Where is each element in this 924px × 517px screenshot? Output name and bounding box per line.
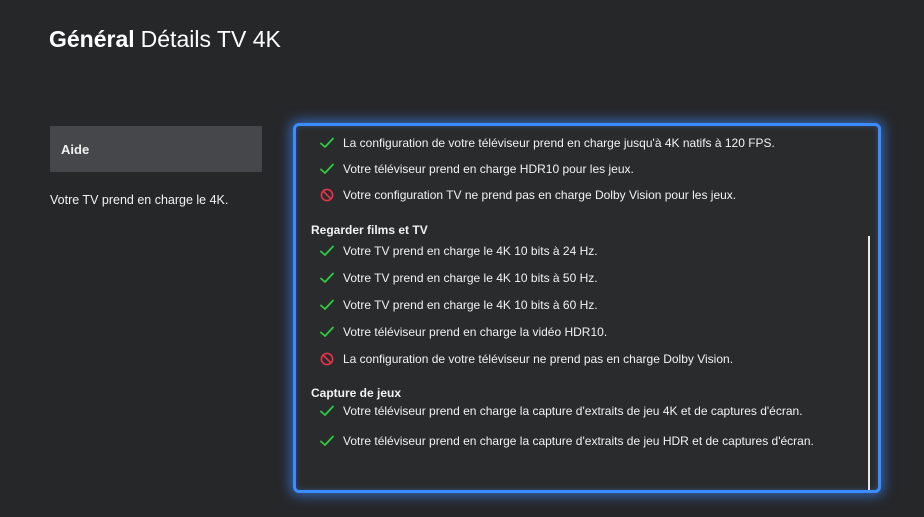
detail-text: Votre téléviseur prend en charge la vidé… bbox=[343, 325, 608, 339]
detail-text: Votre téléviseur prend en charge la capt… bbox=[343, 404, 803, 418]
check-icon bbox=[319, 325, 335, 339]
detail-row: Votre téléviseur prend en charge la vidé… bbox=[308, 325, 854, 339]
header-subtitle: Détails TV 4K bbox=[140, 26, 281, 52]
no-entry-icon bbox=[319, 188, 335, 202]
header-section: Général bbox=[49, 26, 135, 52]
check-icon bbox=[319, 434, 335, 448]
panel-scrollbar[interactable] bbox=[868, 236, 870, 490]
tv-support-description: Votre TV prend en charge le 4K. bbox=[50, 193, 229, 207]
section-title-movies-tv: Regarder films et TV bbox=[311, 223, 428, 237]
detail-text: Votre TV prend en charge le 4K 10 bits à… bbox=[343, 244, 598, 258]
check-icon bbox=[319, 404, 335, 418]
detail-row: Votre téléviseur prend en charge la capt… bbox=[308, 404, 854, 418]
check-icon bbox=[319, 298, 335, 312]
check-icon bbox=[319, 271, 335, 285]
detail-row: Votre TV prend en charge le 4K 10 bits à… bbox=[308, 244, 854, 258]
detail-text: La configuration de votre téléviseur pre… bbox=[343, 136, 775, 150]
help-button[interactable]: Aide bbox=[50, 126, 262, 172]
detail-row: Votre téléviseur prend en charge HDR10 p… bbox=[308, 162, 854, 176]
check-icon bbox=[319, 244, 335, 258]
tv-details-list: La configuration de votre téléviseur pre… bbox=[308, 130, 854, 448]
detail-text: Votre TV prend en charge le 4K 10 bits à… bbox=[343, 271, 598, 285]
help-button-label: Aide bbox=[61, 141, 90, 157]
detail-row: Votre configuration TV ne prend pas en c… bbox=[308, 188, 854, 202]
check-icon bbox=[319, 136, 335, 150]
detail-row: Votre TV prend en charge le 4K 10 bits à… bbox=[308, 271, 854, 285]
check-icon bbox=[319, 162, 335, 176]
section-title-game-capture: Capture de jeux bbox=[311, 386, 402, 400]
detail-text: Votre téléviseur prend en charge la capt… bbox=[343, 434, 814, 448]
detail-row: La configuration de votre téléviseur ne … bbox=[308, 352, 854, 366]
detail-text: La configuration de votre téléviseur ne … bbox=[343, 352, 734, 366]
detail-row: Votre téléviseur prend en charge la capt… bbox=[308, 434, 854, 448]
detail-text: Votre téléviseur prend en charge HDR10 p… bbox=[343, 162, 634, 176]
detail-row: Votre TV prend en charge le 4K 10 bits à… bbox=[308, 298, 854, 312]
tv-details-panel[interactable]: La configuration de votre téléviseur pre… bbox=[293, 123, 881, 493]
no-entry-icon bbox=[319, 352, 335, 366]
detail-text: Votre configuration TV ne prend pas en c… bbox=[343, 188, 737, 202]
detail-row: La configuration de votre téléviseur pre… bbox=[308, 136, 854, 150]
page-header: Général Détails TV 4K bbox=[49, 26, 281, 53]
detail-text: Votre TV prend en charge le 4K 10 bits à… bbox=[343, 298, 598, 312]
